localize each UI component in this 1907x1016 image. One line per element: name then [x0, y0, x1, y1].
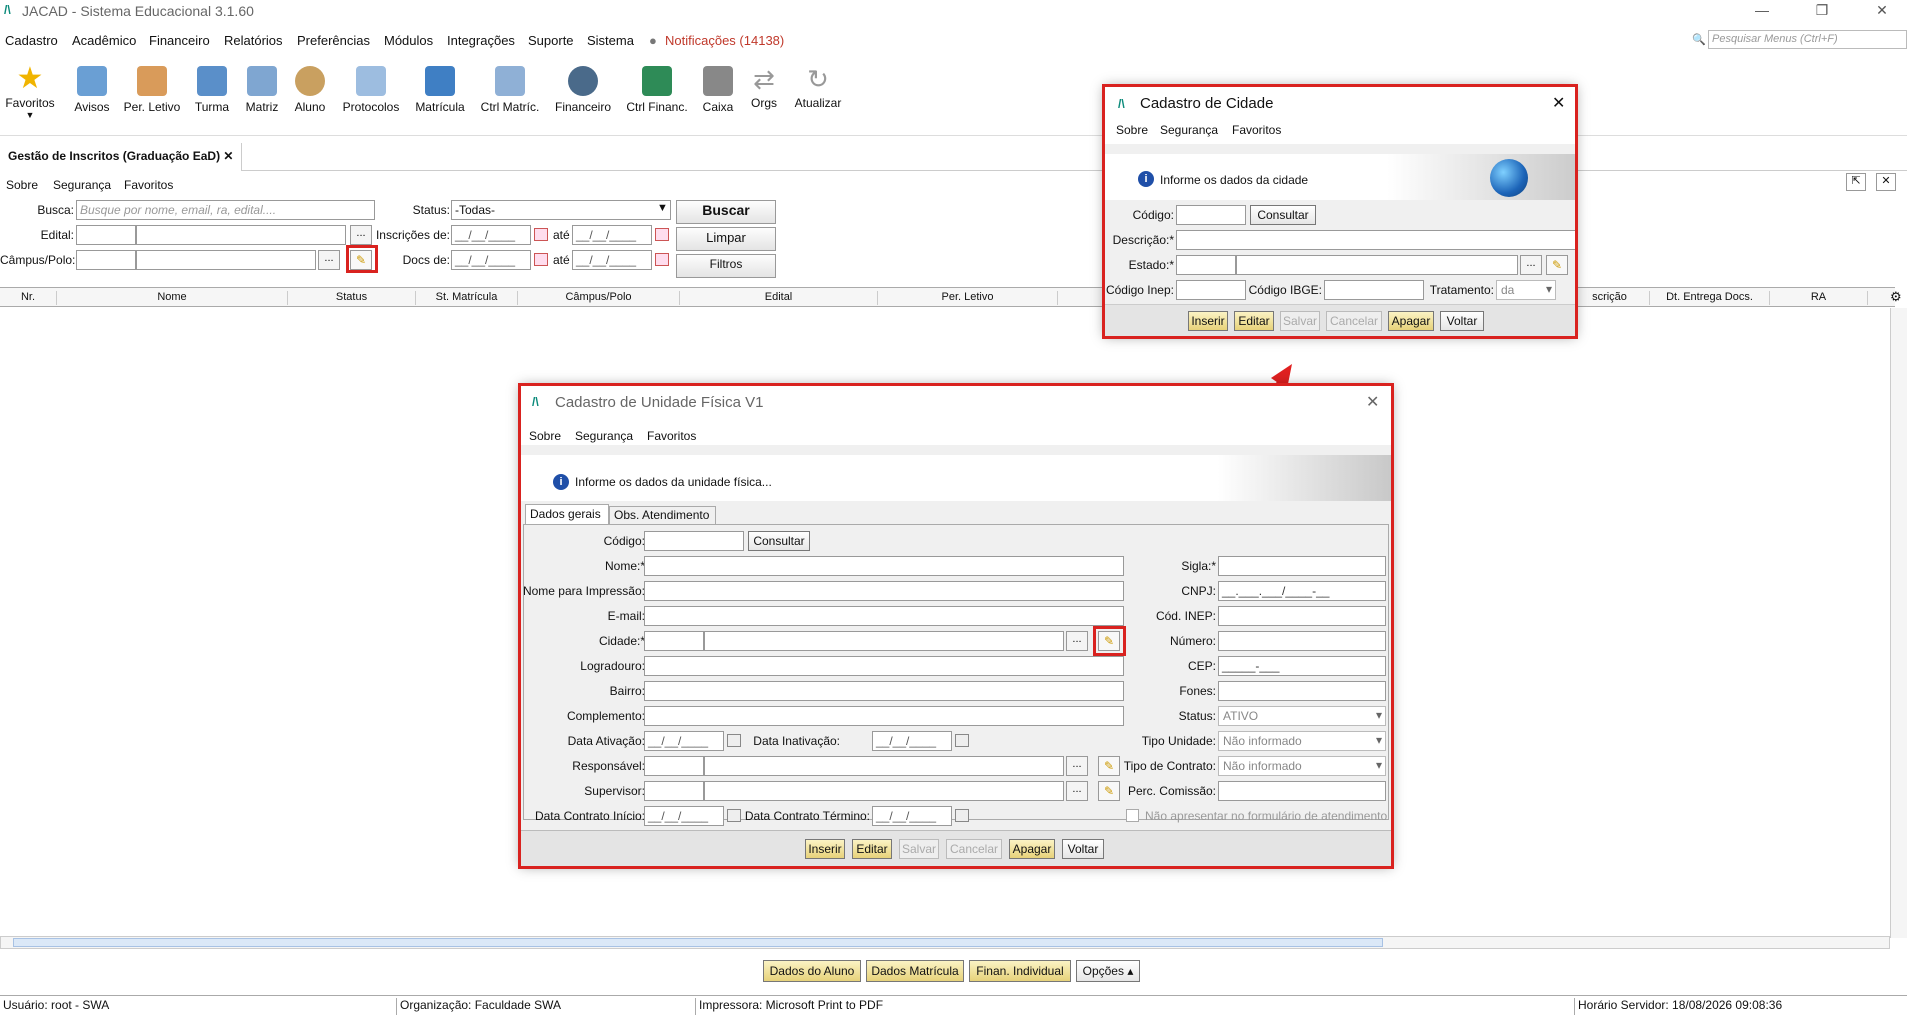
unidade-highlight-box: [518, 383, 1394, 869]
cidade-highlight-box: [1102, 84, 1578, 339]
